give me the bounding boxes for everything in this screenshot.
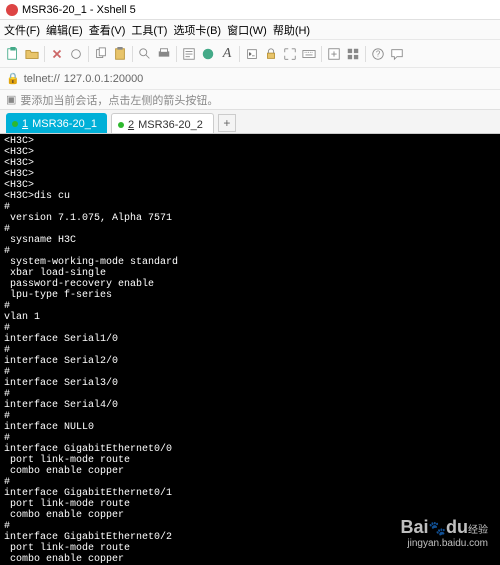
new-session-icon[interactable] [4, 45, 22, 63]
tab-label: MSR36-20_1 [32, 118, 97, 130]
open-icon[interactable] [23, 45, 41, 63]
font-icon[interactable]: A [218, 45, 236, 63]
toolbar: A ? [0, 40, 500, 68]
help-icon[interactable]: ? [369, 45, 387, 63]
toolbar-sep [321, 46, 322, 62]
tab-num: 1 [22, 118, 28, 130]
toolbar-sep [44, 46, 45, 62]
properties-icon[interactable] [180, 45, 198, 63]
menu-help[interactable]: 帮助(H) [273, 22, 310, 38]
script-icon[interactable] [243, 45, 261, 63]
addr-value[interactable]: 127.0.0.1:20000 [64, 73, 144, 85]
wm-url: jingyan.baidu.com [401, 538, 488, 549]
tab-session-2[interactable]: 2 MSR36-20_2 [111, 113, 214, 133]
toolbar-sep [365, 46, 366, 62]
newwin-icon[interactable] [325, 45, 343, 63]
add-tab-button[interactable]: + [218, 114, 236, 132]
disconnect-icon[interactable] [67, 45, 85, 63]
toolbar-sep [176, 46, 177, 62]
toolbar-sep [88, 46, 89, 62]
menu-window[interactable]: 窗口(W) [227, 22, 267, 38]
svg-text:?: ? [376, 49, 381, 58]
watermark: Bai🐾du经验 jingyan.baidu.com [401, 517, 488, 549]
addr-proto: telnet:// [24, 73, 60, 85]
menu-view[interactable]: 查看(V) [89, 22, 126, 38]
wm-brand-c: 经验 [468, 525, 488, 536]
paw-icon: 🐾 [429, 520, 446, 536]
wm-brand-a: Bai [401, 517, 429, 537]
lock-icon[interactable] [262, 45, 280, 63]
paste-icon[interactable] [111, 45, 129, 63]
print-icon[interactable] [155, 45, 173, 63]
color-icon[interactable] [199, 45, 217, 63]
tab-label: MSR36-20_2 [138, 119, 203, 131]
menu-edit[interactable]: 编辑(E) [46, 22, 83, 38]
menu-tabs[interactable]: 选项卡(B) [173, 22, 221, 38]
menu-bar: 文件(F) 编辑(E) 查看(V) 工具(T) 选项卡(B) 窗口(W) 帮助(… [0, 20, 500, 40]
keyboard-icon[interactable] [300, 45, 318, 63]
tile-icon[interactable] [344, 45, 362, 63]
status-dot-icon [118, 122, 124, 128]
terminal-output: <H3C> <H3C> <H3C> <H3C> <H3C> <H3C>dis c… [4, 136, 178, 565]
fullscreen-icon[interactable] [281, 45, 299, 63]
wm-brand-b: du [446, 517, 468, 537]
copy-icon[interactable] [92, 45, 110, 63]
title-bar: MSR36-20_1 - Xshell 5 [0, 0, 500, 20]
find-icon[interactable] [136, 45, 154, 63]
tab-bar: 1 MSR36-20_1 2 MSR36-20_2 + [0, 110, 500, 134]
title-sep: - [87, 4, 97, 16]
title-app: Xshell 5 [97, 4, 136, 16]
app-icon [6, 4, 18, 16]
hint-text: 要添加当前会话，点击左侧的箭头按钮。 [20, 92, 218, 108]
tab-session-1[interactable]: 1 MSR36-20_1 [6, 113, 107, 133]
status-dot-icon [12, 121, 18, 127]
terminal[interactable]: <H3C> <H3C> <H3C> <H3C> <H3C> <H3C>dis c… [0, 134, 500, 565]
title-session: MSR36-20_1 [22, 4, 87, 16]
toolbar-sep [239, 46, 240, 62]
hint-icon: ▣ [6, 93, 16, 106]
address-bar: 🔒 telnet:// 127.0.0.1:20000 [0, 68, 500, 90]
menu-file[interactable]: 文件(F) [4, 22, 40, 38]
hint-bar: ▣ 要添加当前会话，点击左侧的箭头按钮。 [0, 90, 500, 110]
addr-lock-icon: 🔒 [6, 72, 20, 85]
chat-icon[interactable] [388, 45, 406, 63]
tab-num: 2 [128, 119, 134, 131]
reconnect-icon[interactable] [48, 45, 66, 63]
toolbar-sep [132, 46, 133, 62]
menu-tools[interactable]: 工具(T) [131, 22, 167, 38]
